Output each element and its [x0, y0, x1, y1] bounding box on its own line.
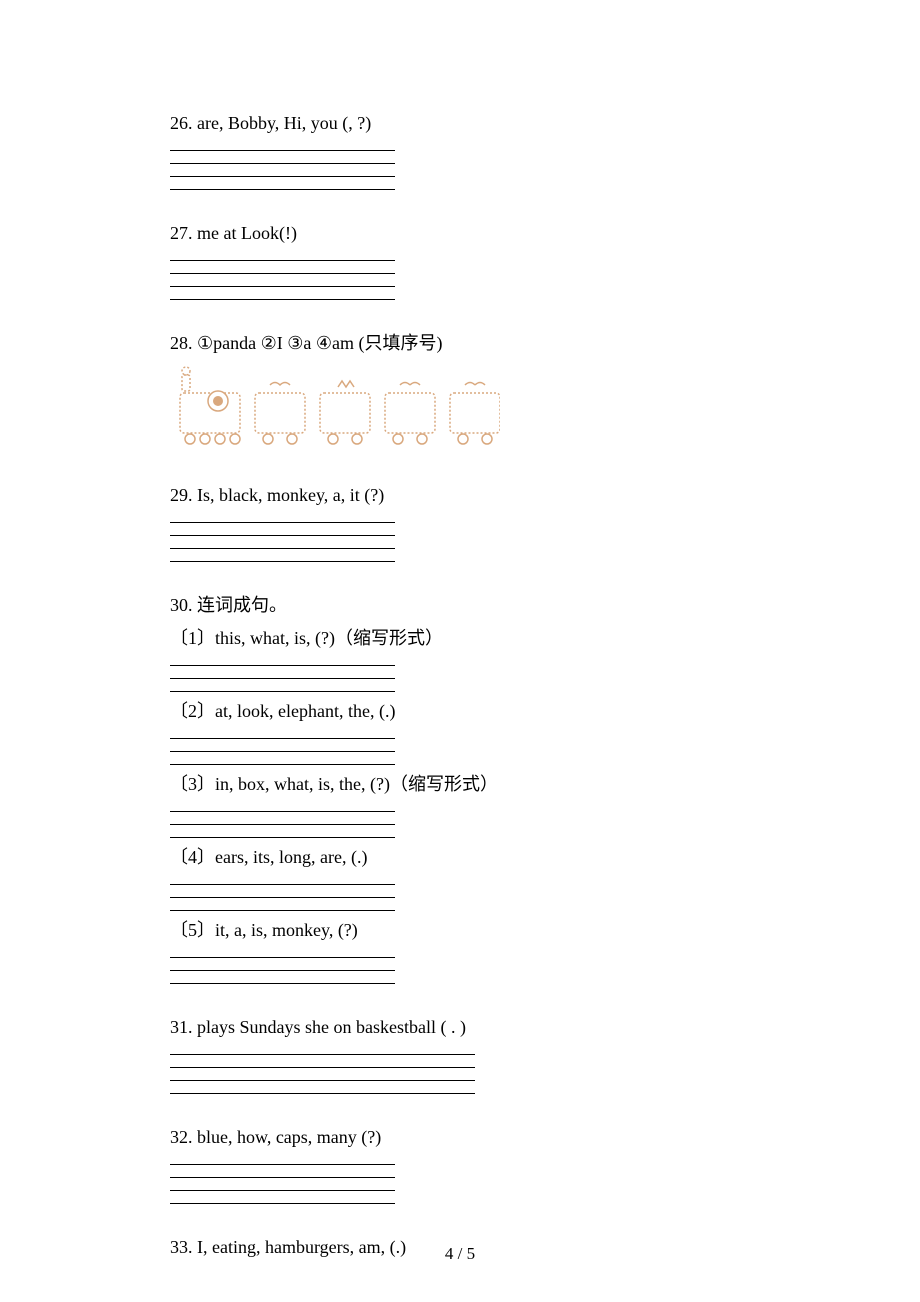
answer-line[interactable]: [170, 739, 395, 752]
answer-line[interactable]: [170, 248, 395, 261]
answer-lines: [170, 1152, 760, 1204]
q30-sub1: 〔1〕this, what, is, (?)（缩写形式）: [170, 625, 760, 692]
q33-prompt: I, eating, hamburgers, am, (.): [193, 1237, 407, 1257]
question-31-text: 31. plays Sundays she on baskestball ( .…: [170, 1014, 760, 1041]
q31-prompt: plays Sundays she on baskestball ( . ): [193, 1017, 466, 1037]
question-30-title: 30. 连词成句。: [170, 592, 760, 619]
q26-prompt: are, Bobby, Hi, you (, ?): [193, 113, 372, 133]
answer-line[interactable]: [170, 1191, 395, 1204]
q30-sub3: 〔3〕in, box, what, is, the, (?)（缩写形式）: [170, 771, 760, 838]
question-32: 32. blue, how, caps, many (?): [170, 1124, 760, 1204]
question-29: 29. Is, black, monkey, a, it (?): [170, 482, 760, 562]
q30-sub4: 〔4〕ears, its, long, are, (.): [170, 844, 760, 911]
answer-line[interactable]: [170, 885, 395, 898]
q30-sub2: 〔2〕at, look, elephant, the, (.): [170, 698, 760, 765]
answer-lines: [170, 248, 760, 300]
q32-num: 32.: [170, 1127, 193, 1147]
q30-title-text: 连词成句。: [193, 595, 288, 615]
answer-line[interactable]: [170, 812, 395, 825]
train-illustration: [170, 365, 760, 452]
answer-line[interactable]: [170, 177, 395, 190]
page-number: 4 / 5: [445, 1244, 475, 1264]
question-27-text: 27. me at Look(!): [170, 220, 760, 247]
answer-line[interactable]: [170, 274, 395, 287]
q28-prompt: ①panda ②I ③a ④am (只填序号): [193, 333, 443, 353]
q27-num: 27.: [170, 223, 193, 243]
answer-line[interactable]: [170, 1055, 475, 1068]
answer-lines: [170, 510, 760, 562]
answer-line[interactable]: [170, 510, 395, 523]
q29-num: 29.: [170, 485, 193, 505]
q30-sub1-text: 〔1〕this, what, is, (?)（缩写形式）: [170, 625, 760, 652]
answer-line[interactable]: [170, 872, 395, 885]
q30-sub5: 〔5〕it, a, is, monkey, (?): [170, 917, 760, 984]
answer-line[interactable]: [170, 1068, 475, 1081]
question-28-text: 28. ①panda ②I ③a ④am (只填序号): [170, 330, 760, 357]
answer-line[interactable]: [170, 825, 395, 838]
question-28: 28. ①panda ②I ③a ④am (只填序号): [170, 330, 760, 452]
answer-line[interactable]: [170, 151, 395, 164]
answer-line[interactable]: [170, 138, 395, 151]
answer-line[interactable]: [170, 653, 395, 666]
answer-line[interactable]: [170, 971, 395, 984]
answer-line[interactable]: [170, 287, 395, 300]
question-26-text: 26. are, Bobby, Hi, you (, ?): [170, 110, 760, 137]
q30-sub4-text: 〔4〕ears, its, long, are, (.): [170, 844, 760, 871]
answer-line[interactable]: [170, 945, 395, 958]
answer-line[interactable]: [170, 1178, 395, 1191]
q28-num: 28.: [170, 333, 193, 353]
answer-line[interactable]: [170, 799, 395, 812]
answer-lines: [170, 872, 760, 911]
q30-num: 30.: [170, 595, 193, 615]
answer-line[interactable]: [170, 1152, 395, 1165]
q30-sub5-text: 〔5〕it, a, is, monkey, (?): [170, 917, 760, 944]
answer-line[interactable]: [170, 666, 395, 679]
answer-line[interactable]: [170, 164, 395, 177]
answer-lines: [170, 726, 760, 765]
answer-line[interactable]: [170, 1042, 475, 1055]
answer-lines: [170, 653, 760, 692]
question-29-text: 29. Is, black, monkey, a, it (?): [170, 482, 760, 509]
q30-sub3-text: 〔3〕in, box, what, is, the, (?)（缩写形式）: [170, 771, 760, 798]
answer-line[interactable]: [170, 1165, 395, 1178]
answer-line[interactable]: [170, 726, 395, 739]
q31-num: 31.: [170, 1017, 193, 1037]
answer-lines: [170, 1042, 760, 1094]
q29-prompt: Is, black, monkey, a, it (?): [193, 485, 385, 505]
question-32-text: 32. blue, how, caps, many (?): [170, 1124, 760, 1151]
question-30: 30. 连词成句。 〔1〕this, what, is, (?)（缩写形式） 〔…: [170, 592, 760, 984]
question-26: 26. are, Bobby, Hi, you (, ?): [170, 110, 760, 190]
answer-line[interactable]: [170, 898, 395, 911]
answer-line[interactable]: [170, 958, 395, 971]
question-27: 27. me at Look(!): [170, 220, 760, 300]
answer-lines: [170, 799, 760, 838]
answer-line[interactable]: [170, 679, 395, 692]
answer-line[interactable]: [170, 1081, 475, 1094]
answer-lines: [170, 945, 760, 984]
q30-sub2-text: 〔2〕at, look, elephant, the, (.): [170, 698, 760, 725]
answer-line[interactable]: [170, 261, 395, 274]
answer-line[interactable]: [170, 523, 395, 536]
q33-num: 33.: [170, 1237, 193, 1257]
question-31: 31. plays Sundays she on baskestball ( .…: [170, 1014, 760, 1094]
answer-line[interactable]: [170, 752, 395, 765]
q27-prompt: me at Look(!): [193, 223, 297, 243]
answer-lines: [170, 138, 760, 190]
q26-num: 26.: [170, 113, 193, 133]
answer-line[interactable]: [170, 549, 395, 562]
q32-prompt: blue, how, caps, many (?): [193, 1127, 382, 1147]
answer-line[interactable]: [170, 536, 395, 549]
